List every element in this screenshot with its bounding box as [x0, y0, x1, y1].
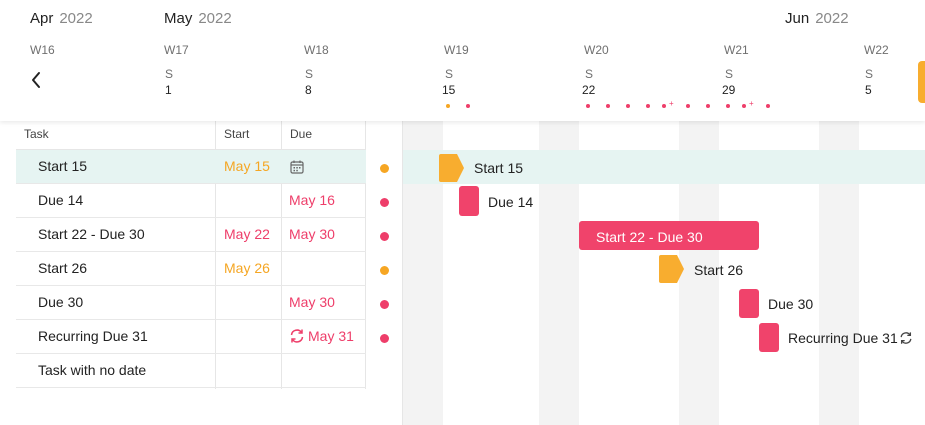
day-number: 22 — [582, 83, 596, 97]
status-dot — [380, 266, 389, 275]
recurring-icon — [900, 332, 912, 344]
event-dot — [626, 104, 630, 108]
task-name[interactable]: Due 14 — [38, 184, 83, 217]
month-label-apr: Apr 2022 — [30, 10, 93, 27]
table-row[interactable]: Start 26 May 26 — [16, 252, 366, 286]
week-label-w17: W17 — [164, 43, 189, 57]
start-date[interactable]: May 26 — [224, 252, 270, 285]
day-number: 5 — [865, 83, 872, 97]
status-dot — [380, 334, 389, 343]
event-dot — [766, 104, 770, 108]
due-marker[interactable] — [459, 186, 479, 216]
week-label-w18: W18 — [304, 43, 329, 57]
week-label-w20: W20 — [584, 43, 609, 57]
task-name[interactable]: Start 22 - Due 30 — [38, 218, 145, 251]
table-row[interactable]: Recurring Due 31 May 31 — [16, 320, 366, 354]
column-header-start[interactable]: Start — [216, 121, 282, 150]
week-label-w22: W22 — [864, 43, 889, 57]
gantt-label: Due 14 — [488, 194, 534, 210]
status-dot — [380, 198, 389, 207]
due-date[interactable]: May 31 — [289, 320, 354, 353]
chevron-left-icon[interactable] — [28, 70, 44, 90]
task-name[interactable]: Start 15 — [38, 150, 87, 183]
column-header-task[interactable]: Task — [16, 121, 216, 150]
month-label-jun: Jun 2022 — [785, 10, 849, 27]
table-row[interactable]: Start 22 - Due 30 May 22 May 30 — [16, 218, 366, 252]
day-number: 15 — [442, 83, 456, 97]
status-dot — [380, 164, 389, 173]
task-bar[interactable]: Start 22 - Due 30 — [579, 221, 759, 250]
table-row[interactable]: Due 14 May 16 — [16, 184, 366, 218]
month-label-may: May 2022 — [164, 10, 232, 27]
status-dot — [380, 300, 389, 309]
day-number: 8 — [305, 83, 312, 97]
task-bar-label: Start 22 - Due 30 — [596, 229, 703, 245]
event-dot — [726, 104, 730, 108]
day-number: 29 — [722, 83, 736, 97]
day-letter: S — [165, 67, 174, 81]
due-date[interactable]: May 30 — [289, 218, 335, 251]
gantt-label: Recurring Due 31 — [788, 330, 898, 346]
due-marker[interactable] — [739, 289, 759, 318]
event-dot — [466, 104, 470, 108]
week-label-w16: W16 — [30, 43, 55, 57]
due-date-text: May 31 — [308, 328, 354, 344]
gantt-label: Start 26 — [694, 262, 744, 278]
day-letter: S — [725, 67, 734, 81]
recurring-icon — [290, 329, 304, 343]
event-dot — [606, 104, 610, 108]
start-marker[interactable] — [659, 255, 685, 283]
calendar-icon[interactable] — [289, 150, 305, 183]
event-dot — [686, 104, 690, 108]
start-marker[interactable] — [439, 154, 465, 182]
gantt-label: Due 30 — [768, 296, 814, 312]
table-row[interactable]: Due 30 May 30 — [16, 286, 366, 320]
task-name[interactable]: Due 30 — [38, 286, 83, 319]
gantt-label: Start 15 — [474, 160, 524, 176]
table-row[interactable]: Task with no date — [16, 354, 366, 388]
table-row[interactable]: Start 15 May 15 — [16, 150, 366, 184]
timeline-header: Apr 2022 May 2022 Jun 2022 W16 W17 W18 W19 … — [0, 0, 925, 121]
week-label-w19: W19 — [444, 43, 469, 57]
task-name[interactable]: Task with no date — [38, 354, 146, 387]
column-header-due[interactable]: Due — [282, 121, 366, 150]
start-date[interactable]: May 22 — [224, 218, 270, 251]
event-dot — [646, 104, 650, 108]
status-dot — [380, 232, 389, 241]
event-dot — [662, 104, 666, 108]
task-name[interactable]: Start 26 — [38, 252, 87, 285]
due-date[interactable]: May 16 — [289, 184, 335, 217]
due-date[interactable]: May 30 — [289, 286, 335, 319]
event-dot — [706, 104, 710, 108]
day-letter: S — [445, 67, 454, 81]
more-events-icon: + — [749, 99, 754, 108]
week-label-w21: W21 — [724, 43, 749, 57]
day-letter: S — [585, 67, 594, 81]
event-dot — [586, 104, 590, 108]
task-name[interactable]: Recurring Due 31 — [38, 320, 148, 353]
due-marker[interactable] — [759, 323, 779, 352]
offscreen-task-bar[interactable] — [918, 61, 925, 103]
day-number: 1 — [165, 83, 172, 97]
event-dot — [446, 104, 450, 108]
gantt-chart: Start 15 Due 14 Start 22 - Due 30 Start … — [402, 121, 925, 425]
more-events-icon: + — [669, 99, 674, 108]
event-dot — [742, 104, 746, 108]
day-letter: S — [865, 67, 874, 81]
start-date[interactable]: May 15 — [224, 150, 270, 183]
day-letter: S — [305, 67, 314, 81]
